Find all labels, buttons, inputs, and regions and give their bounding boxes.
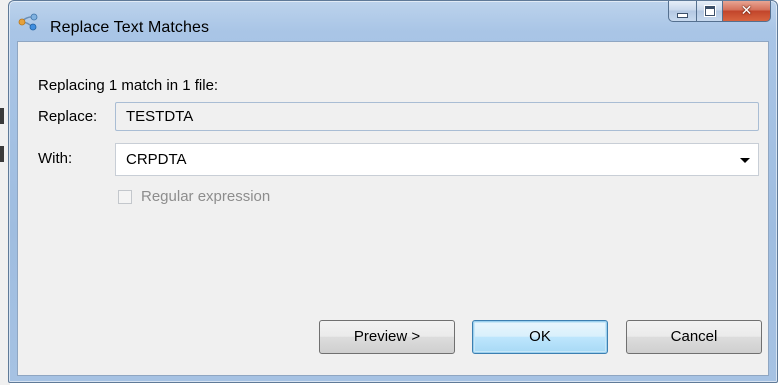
replace-dialog-window: Replace Text Matches ✕ Replacing 1 match… bbox=[8, 0, 778, 383]
refactor-icon bbox=[18, 13, 40, 31]
close-icon: ✕ bbox=[740, 3, 753, 19]
replace-label: Replace: bbox=[38, 108, 98, 125]
maximize-icon bbox=[704, 6, 715, 16]
minimize-button[interactable] bbox=[668, 1, 696, 22]
title-bar[interactable]: Replace Text Matches ✕ bbox=[9, 1, 777, 41]
ok-button[interactable]: OK bbox=[472, 320, 608, 354]
with-combobox[interactable]: CRPDTA bbox=[115, 143, 759, 176]
dialog-body: Replacing 1 match in 1 file: Replace: TE… bbox=[17, 41, 769, 376]
caption-buttons: ✕ bbox=[668, 1, 771, 23]
preview-button[interactable]: Preview > bbox=[319, 320, 455, 354]
maximize-button[interactable] bbox=[696, 1, 723, 22]
cancel-button[interactable]: Cancel bbox=[626, 320, 762, 354]
window-title: Replace Text Matches bbox=[50, 19, 210, 36]
regex-label: Regular expression bbox=[141, 188, 271, 205]
close-button[interactable]: ✕ bbox=[723, 1, 771, 22]
background-mark bbox=[0, 108, 4, 124]
replace-field[interactable]: TESTDTA bbox=[115, 102, 759, 131]
minimize-icon bbox=[677, 12, 688, 18]
match-summary: Replacing 1 match in 1 file: bbox=[38, 77, 219, 94]
with-value[interactable]: CRPDTA bbox=[126, 144, 187, 175]
background-mark bbox=[0, 146, 4, 162]
regex-checkbox[interactable] bbox=[118, 190, 132, 204]
dropdown-arrow-icon[interactable] bbox=[740, 158, 750, 163]
with-label: With: bbox=[38, 150, 73, 167]
